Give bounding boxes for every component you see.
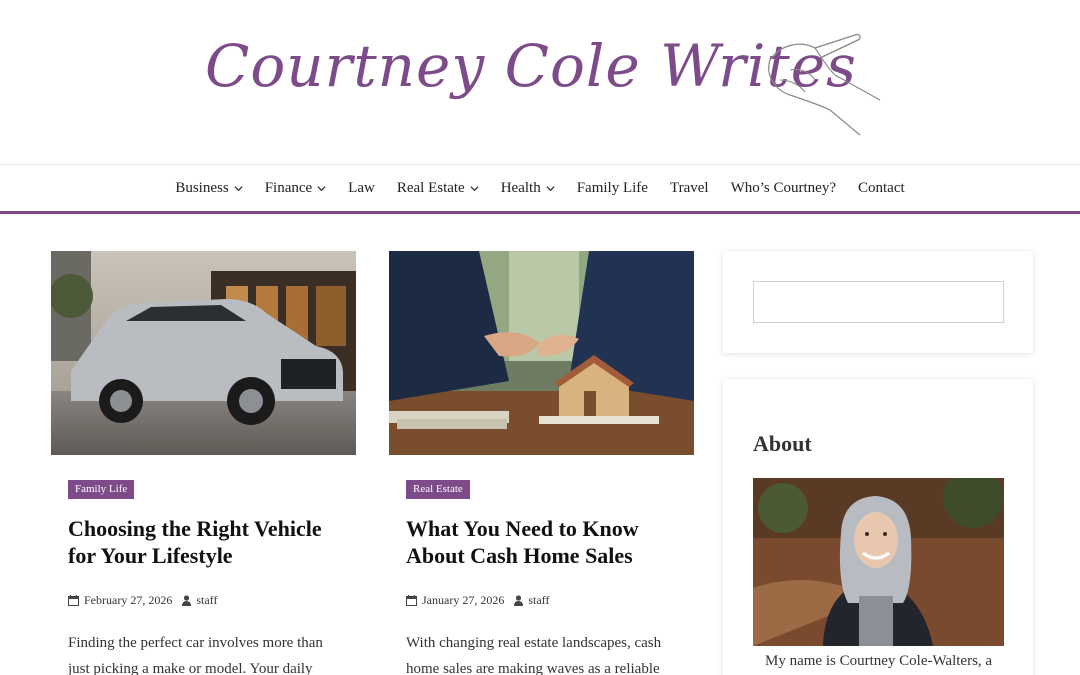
chevron-down-icon[interactable] xyxy=(234,184,243,193)
about-text: My name is Courtney Cole-Walters, a xyxy=(765,653,993,669)
post-meta: January 27, 2026 staff xyxy=(406,593,677,608)
nav-item-label: Business xyxy=(175,179,229,196)
main-navigation: Business Finance Law Real Estate Health Famil… xyxy=(0,164,1080,214)
post-card: Real Estate What You Need to Know About … xyxy=(389,251,694,675)
site-logo[interactable]: Courtney Cole Writes xyxy=(205,22,895,142)
post-thumbnail-suv[interactable] xyxy=(51,251,356,455)
nav-item-real-estate[interactable]: Real Estate xyxy=(386,180,490,197)
nav-item-who-s-courtney[interactable]: Who’s Courtney? xyxy=(720,180,847,197)
nav-item-label: Travel xyxy=(669,179,709,196)
post-excerpt: With changing real estate landscapes, ca… xyxy=(406,635,662,675)
post-author-text: staff xyxy=(196,593,218,607)
nav-item-label: Finance xyxy=(264,179,313,196)
post-thumbnail-handshake[interactable] xyxy=(389,251,694,455)
user-icon xyxy=(514,595,524,606)
post-date-text: February 27, 2026 xyxy=(84,593,173,607)
nav-item-label: Who’s Courtney? xyxy=(730,179,836,196)
post-author[interactable]: staff xyxy=(182,593,217,608)
widget-title: About xyxy=(753,431,812,456)
nav-item-finance[interactable]: Finance xyxy=(254,180,337,197)
nav-item-family-life[interactable]: Family Life xyxy=(566,180,659,197)
post-title[interactable]: Choosing the Right Vehicle for Your Life… xyxy=(68,515,339,569)
nav-item-label: Law xyxy=(348,179,375,196)
post-author-text: staff xyxy=(528,593,550,607)
nav-item-contact[interactable]: Contact xyxy=(847,180,916,197)
site-header: Courtney Cole Writes xyxy=(0,0,1080,164)
nav-item-label: Family Life xyxy=(576,179,648,196)
nav-item-label: Contact xyxy=(857,179,905,196)
nav-item-health[interactable]: Health xyxy=(490,180,566,197)
nav-list: Business Finance Law Real Estate Health Famil… xyxy=(164,180,915,197)
post-card: Family Life Choosing the Right Vehicle f… xyxy=(51,251,356,675)
search-widget xyxy=(723,251,1033,353)
author-photo xyxy=(753,478,1004,646)
about-widget: About My name is Courtney Cole-Walters, … xyxy=(723,379,1033,675)
post-date[interactable]: January 27, 2026 xyxy=(406,593,504,608)
nav-item-label: Real Estate xyxy=(396,179,465,196)
user-icon xyxy=(182,595,192,606)
post-date-text: January 27, 2026 xyxy=(422,593,505,607)
nav-item-business[interactable]: Business xyxy=(164,180,253,197)
post-excerpt: Finding the perfect car involves more th… xyxy=(68,635,323,675)
chevron-down-icon[interactable] xyxy=(317,184,326,193)
chevron-down-icon[interactable] xyxy=(546,184,555,193)
post-title[interactable]: What You Need to Know About Cash Home Sa… xyxy=(406,515,677,569)
calendar-icon xyxy=(68,595,79,606)
nav-item-law[interactable]: Law xyxy=(337,180,386,197)
post-meta: February 27, 2026 staff xyxy=(68,593,339,608)
search-input[interactable] xyxy=(753,281,1004,323)
category-badge[interactable]: Real Estate xyxy=(406,480,470,499)
hand-with-pen-icon xyxy=(768,33,881,136)
chevron-down-icon[interactable] xyxy=(470,184,479,193)
calendar-icon xyxy=(406,595,417,606)
post-date[interactable]: February 27, 2026 xyxy=(68,593,172,608)
category-badge[interactable]: Family Life xyxy=(68,480,135,499)
nav-item-label: Health xyxy=(500,179,541,196)
nav-item-travel[interactable]: Travel xyxy=(659,180,720,197)
post-author[interactable]: staff xyxy=(514,593,549,608)
